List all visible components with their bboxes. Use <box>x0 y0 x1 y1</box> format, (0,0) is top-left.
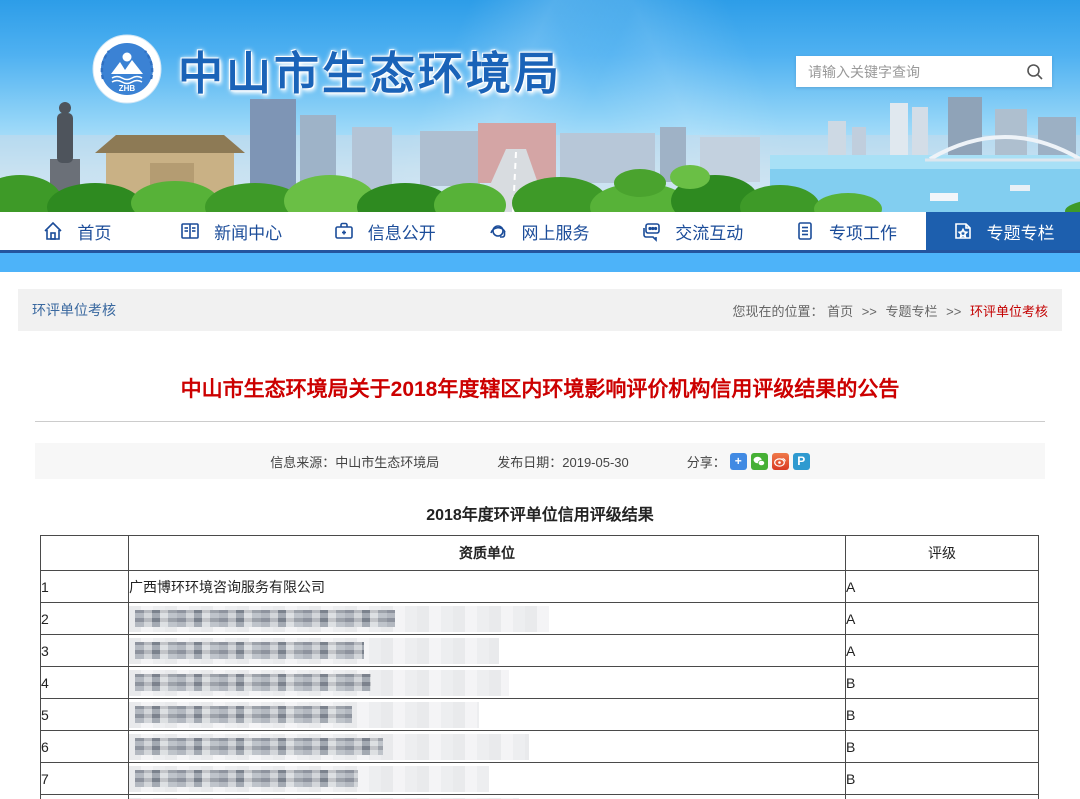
company-cell <box>129 635 846 667</box>
site-logo: ZHB <box>92 34 162 104</box>
section-title: 环评单位考核 <box>32 300 116 320</box>
table-row: 5 B <box>41 699 1039 731</box>
breadcrumb-bar: 环评单位考核 您现在的位置： 首页 >> 专题专栏 >> 环评单位考核 <box>18 289 1062 331</box>
redacted-company-name <box>129 670 509 696</box>
home-icon <box>42 220 64 242</box>
table-row: 1 广西博环环境咨询服务有限公司 A <box>41 571 1039 603</box>
company-cell <box>129 795 846 799</box>
table-row <box>41 795 1039 799</box>
p-share-icon[interactable]: P <box>793 453 810 470</box>
share-plus-icon[interactable]: + <box>730 453 747 470</box>
header-company: 资质单位 <box>129 536 846 571</box>
rating-cell: B <box>846 731 1039 763</box>
table-container: 资质单位 评级 1 广西博环环境咨询服务有限公司 A 2 A 3 A 4 B 5… <box>40 535 1040 799</box>
search-icon <box>1026 63 1044 81</box>
company-cell <box>129 763 846 795</box>
nav-label: 专项工作 <box>829 219 897 244</box>
article-title: 中山市生态环境局关于2018年度辖区内环境影响评价机构信用评级结果的公告 <box>40 375 1040 405</box>
search-input[interactable] <box>796 64 1018 80</box>
company-cell: 广西博环环境咨询服务有限公司 <box>129 571 846 603</box>
news-icon <box>179 220 201 242</box>
redacted-company-name <box>129 766 489 792</box>
rating-cell: B <box>846 667 1039 699</box>
breadcrumb: 您现在的位置： 首页 >> 专题专栏 >> 环评单位考核 <box>732 301 1048 320</box>
cityscape-banner <box>0 97 1080 212</box>
company-cell <box>129 731 846 763</box>
rating-cell: A <box>846 571 1039 603</box>
main-nav: 首页 新闻中心 信息公开 网上服务 <box>0 212 1080 250</box>
share-label: 分享： <box>687 452 726 471</box>
row-number: 4 <box>41 667 129 699</box>
nav-item-news[interactable]: 新闻中心 <box>154 212 308 250</box>
ratings-table: 资质单位 评级 1 广西博环环境咨询服务有限公司 A 2 A 3 A 4 B 5… <box>40 535 1039 799</box>
share-group: 分享： + P <box>687 452 810 471</box>
row-number: 3 <box>41 635 129 667</box>
search-box <box>796 56 1052 87</box>
site-header: ZHB 中山市生态环境局 <box>0 0 1080 212</box>
article-meta-bar: 信息来源：中山市生态环境局 发布日期：2019-05-30 分享： + P <box>35 443 1045 479</box>
header-rating: 评级 <box>846 536 1039 571</box>
nav-item-special-work[interactable]: 专项工作 <box>769 212 923 250</box>
row-number <box>41 795 129 799</box>
table-caption: 2018年度环评单位信用评级结果 <box>0 501 1080 525</box>
publish-date: 发布日期：2019-05-30 <box>497 452 629 471</box>
rating-cell: A <box>846 635 1039 667</box>
brand: ZHB 中山市生态环境局 <box>92 34 562 104</box>
breadcrumb-prefix: 您现在的位置： <box>732 304 823 319</box>
row-number: 1 <box>41 571 129 603</box>
nav-accent-bar <box>0 253 1080 272</box>
table-row: 4 B <box>41 667 1039 699</box>
breadcrumb-current: 环评单位考核 <box>970 304 1048 319</box>
title-divider <box>35 421 1045 422</box>
weibo-share-icon[interactable] <box>772 453 789 470</box>
redacted-company-name <box>129 638 499 664</box>
header-index <box>41 536 129 571</box>
table-row: 3 A <box>41 635 1039 667</box>
source-label: 信息来源：中山市生态环境局 <box>270 452 439 471</box>
company-cell <box>129 699 846 731</box>
row-number: 6 <box>41 731 129 763</box>
nav-label: 专题专栏 <box>987 219 1055 244</box>
redacted-company-name <box>129 606 549 632</box>
rating-cell <box>846 795 1039 799</box>
svg-text:ZHB: ZHB <box>119 84 136 93</box>
nav-item-home[interactable]: 首页 <box>0 212 154 250</box>
rating-cell: A <box>846 603 1039 635</box>
nav-label: 交流互动 <box>675 219 743 244</box>
redacted-company-name <box>129 734 529 760</box>
table-row: 2 A <box>41 603 1039 635</box>
table-row: 6 B <box>41 731 1039 763</box>
row-number: 7 <box>41 763 129 795</box>
star-document-icon <box>952 220 974 242</box>
service-headset-icon <box>487 220 509 242</box>
nav-item-special-topics[interactable]: 专题专栏 <box>922 212 1080 250</box>
nav-item-services[interactable]: 网上服务 <box>461 212 615 250</box>
rating-cell: B <box>846 763 1039 795</box>
search-button[interactable] <box>1018 56 1052 87</box>
nav-label: 网上服务 <box>522 219 590 244</box>
wechat-share-icon[interactable] <box>751 453 768 470</box>
nav-label: 首页 <box>77 219 111 244</box>
nav-item-info[interactable]: 信息公开 <box>307 212 461 250</box>
row-number: 5 <box>41 699 129 731</box>
table-header-row: 资质单位 评级 <box>41 536 1039 571</box>
company-cell <box>129 667 846 699</box>
table-row: 7 B <box>41 763 1039 795</box>
nav-label: 信息公开 <box>368 219 436 244</box>
company-cell <box>129 603 846 635</box>
chat-bubbles-icon <box>640 220 662 242</box>
breadcrumb-separator: >> <box>862 304 877 319</box>
page: ZHB 中山市生态环境局 首页 <box>0 0 1080 796</box>
nav-label: 新闻中心 <box>214 219 282 244</box>
breadcrumb-link-home[interactable]: 首页 <box>827 304 853 319</box>
briefcase-icon <box>333 220 355 242</box>
document-icon <box>794 220 816 242</box>
breadcrumb-separator: >> <box>946 304 961 319</box>
breadcrumb-link-topics[interactable]: 专题专栏 <box>886 304 938 319</box>
nav-item-interact[interactable]: 交流互动 <box>615 212 769 250</box>
row-number: 2 <box>41 603 129 635</box>
rating-cell: B <box>846 699 1039 731</box>
redacted-company-name <box>129 702 479 728</box>
site-title: 中山市生态环境局 <box>178 37 562 102</box>
